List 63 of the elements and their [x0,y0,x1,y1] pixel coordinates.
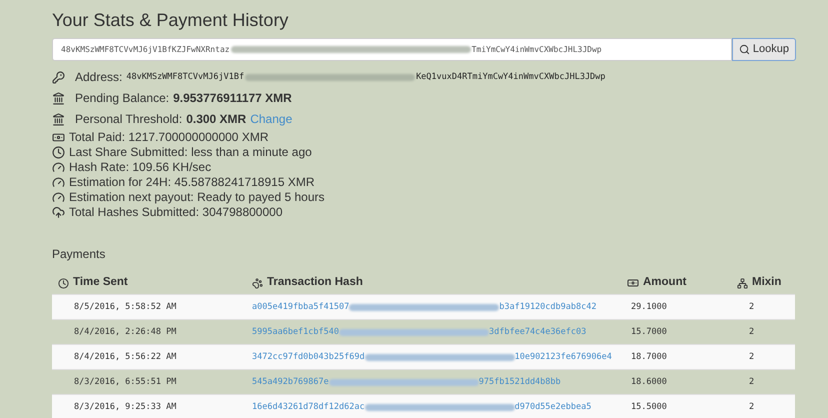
amount-cell: 15.5000 [631,402,667,412]
stat-text: Hash Rate: 109.56 KH/sec [69,160,212,175]
mixin-cell: 2 [749,326,754,337]
hash-link[interactable]: 10e902123fe676906e4 [514,350,612,364]
paw-icon [252,278,263,288]
address-input-field[interactable]: 48vKMSzWMF8TCVvMJ6jV1BfKZJFwNXRntaz TmiYmCwY4inWmvCXWbcJHL3JDwp [52,38,732,61]
input-value: 48vKMSzWMF8TCVvMJ6jV1BfKZJFwNXRntaz [61,44,230,56]
stat-text: Last Share Submitted: less than a minute ago [69,145,312,160]
amount-cell: 18.7000 [631,352,667,362]
hash-link[interactable]: 3dfbfee74c4e36efc03 [489,326,586,338]
payments-heading: Payments [52,246,106,262]
address-value: KeQ1vuxD4RTmiYmCwY4inWmvCXWbcJHL3JDwp [416,71,606,84]
cloud-upload-icon [52,206,65,219]
amount-cell: 29.1000 [631,302,667,312]
key-icon [52,71,65,84]
time-cell: 8/5/2016, 5:58:52 AM [74,302,176,312]
gauge-icon [52,191,65,204]
hash-link[interactable]: 16e6d43261d78df12d62ac [252,400,365,414]
time-cell: 8/4/2016, 2:26:48 PM [74,326,176,337]
stat-label: Personal Threshold: [75,112,182,127]
address-value: 48vKMSzWMF8TCVvMJ6jV1Bf [126,71,244,84]
hash-link[interactable]: 3472cc97fd0b043b25f69d [252,350,365,364]
amount-cell: 18.6000 [631,376,667,387]
money-icon [627,277,639,289]
column-header: Transaction Hash [267,275,363,290]
gauge-icon [52,176,65,189]
mixin-cell: 2 [749,302,754,312]
column-header: Amount [643,275,686,290]
mixin-cell: 2 [749,352,754,362]
column-header: Time Sent [73,275,128,290]
stat-label: Address: [75,70,122,85]
stat-text: Estimation for 24H: 45.58788241718915 XMR [69,175,314,190]
mixin-cell: 2 [749,402,754,412]
bank-icon [52,92,65,105]
page-title: Your Stats & Payment History [52,9,290,32]
sitemap-icon [737,278,748,288]
hash-link[interactable]: a005e419fbba5f41507 [252,300,350,314]
hash-link[interactable]: 5995aa6bef1cbf540 [252,326,339,338]
stat-value: 9.953776911177 XMR [173,91,292,106]
hash-link[interactable]: b3af19120cdb9ab8c42 [499,300,596,314]
bank-icon [52,113,65,126]
time-cell: 8/3/2016, 6:55:51 PM [74,376,176,387]
stat-value: 0.300 XMR [186,112,246,127]
time-cell: 8/4/2016, 5:56:22 AM [74,352,176,362]
column-header: Mixin [752,275,782,290]
stat-label: Pending Balance: [75,91,170,106]
lookup-button[interactable]: Lookup [732,38,796,61]
search-icon [738,44,750,55]
mixin-cell: 2 [749,376,754,387]
clock-icon [52,146,65,159]
money-icon [52,131,65,144]
time-cell: 8/3/2016, 9:25:33 AM [74,402,176,412]
input-value: TmiYmCwY4inWmvCXWbcJHL3JDwp [472,44,602,56]
stat-text: Total Hashes Submitted: 304798800000 [69,205,282,220]
amount-cell: 15.7000 [631,326,667,337]
change-link[interactable]: Change [250,112,292,127]
gauge-icon [52,161,65,174]
clock-icon [58,278,69,288]
stat-text: Total Paid: 1217.700000000000 XMR [69,130,268,145]
stat-text: Estimation next payout: Ready to payed 5 hours [69,190,324,205]
hash-link[interactable]: 975fb1521dd4b8bb [478,376,561,388]
hash-link[interactable]: d970d55e2ebbea5 [514,400,592,414]
hash-link[interactable]: 545a492b769867e [252,376,329,388]
